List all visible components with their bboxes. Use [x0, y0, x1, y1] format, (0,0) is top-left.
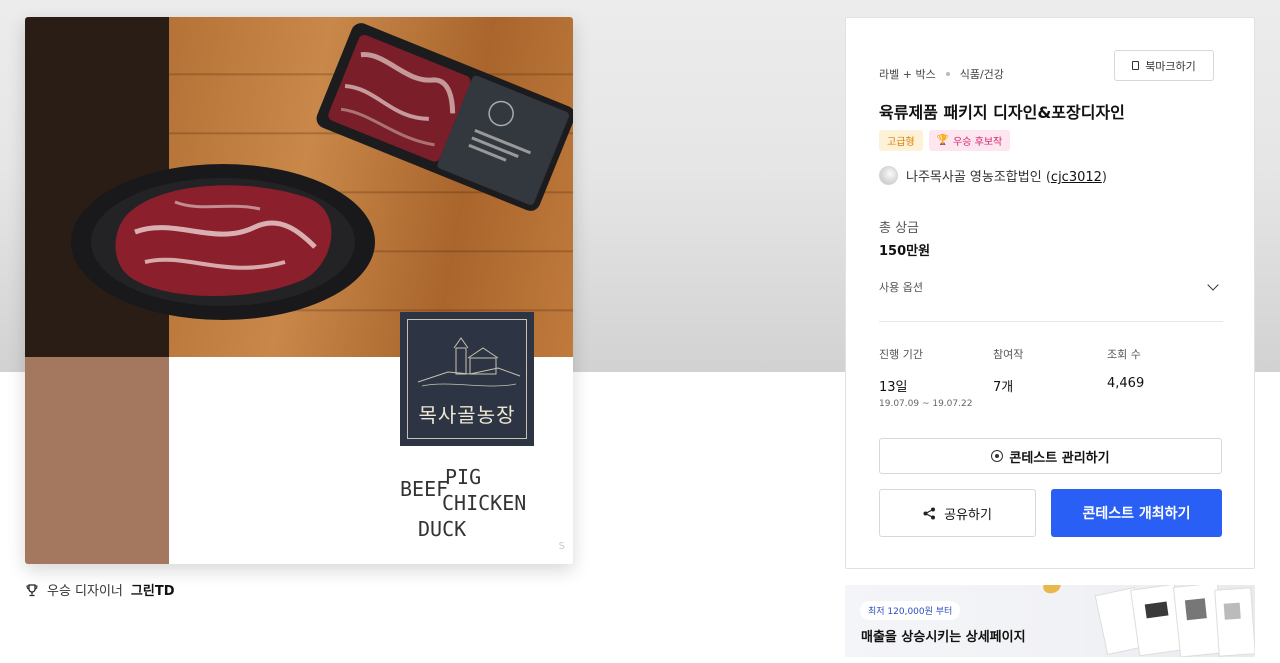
- share-button[interactable]: 공유하기: [879, 489, 1036, 537]
- brand-logo-text: 목사골농장: [418, 403, 516, 427]
- chevron-down-icon: [1207, 279, 1219, 291]
- breadcrumb-subcategory[interactable]: 식품/건강: [960, 66, 1004, 82]
- promo-banner[interactable]: 최저 120,000원 부터 매출을 상승시키는 상세페이지: [845, 585, 1255, 657]
- stat-entries: 참여작 7개: [993, 346, 1107, 409]
- winner-designer: 우승 디자이너 그린TD: [25, 580, 175, 599]
- coin-decoration: [1041, 585, 1063, 596]
- trophy-icon: [26, 583, 38, 596]
- brand-logo-box: 목사골농장: [400, 312, 534, 446]
- meat-type-lettering: BEEF PIG CHICKEN DUCK: [400, 465, 550, 551]
- stat-entries-value: 7개: [993, 380, 1014, 395]
- badge-list: 고급형 🏆 우승 후보작: [879, 130, 1011, 151]
- meat-word-duck: DUCK: [418, 517, 467, 541]
- options-label: 사용 옵션: [879, 281, 923, 294]
- stat-views-value: 4,469: [1107, 376, 1145, 391]
- winner-candidate-badge: 🏆 우승 후보작: [928, 130, 1011, 151]
- winner-label: 우승 디자이너: [47, 584, 123, 599]
- stat-views-label: 조회 수: [1107, 348, 1141, 361]
- detail-page-mockup-image: [1095, 585, 1255, 657]
- trophy-icon: 🏆: [936, 135, 950, 146]
- bookmark-label: 북마크하기: [1145, 59, 1196, 73]
- packaged-meat-tray: [316, 23, 573, 211]
- contest-title: 육류제품 패키지 디자인&포장디자인: [879, 103, 1125, 122]
- prize-value: 150만원: [879, 244, 931, 259]
- prize-label: 총 상금: [879, 221, 920, 236]
- stat-period: 진행 기간 13일 19.07.09 ~ 19.07.22: [879, 346, 993, 409]
- divider: [879, 321, 1223, 322]
- promo-title: 매출을 상승시키는 상세페이지: [861, 630, 1026, 645]
- avatar: [879, 166, 898, 185]
- host-contest-button[interactable]: 콘테스트 개최하기: [1051, 489, 1222, 537]
- breadcrumb: 라벨 + 박스 식품/건강: [879, 66, 1004, 82]
- share-icon: [923, 507, 936, 519]
- stat-period-value: 13일: [879, 380, 908, 395]
- meat-word-beef: BEEF: [400, 477, 449, 501]
- winner-candidate-label: 우승 후보작: [953, 137, 1003, 148]
- manage-contest-label: 콘테스트 관리하기: [1009, 450, 1110, 466]
- manage-contest-button[interactable]: 콘테스트 관리하기: [879, 438, 1222, 474]
- options-toggle[interactable]: 사용 옵션: [879, 276, 1223, 298]
- breadcrumb-category[interactable]: 라벨 + 박스: [879, 66, 936, 82]
- watermark: S: [558, 541, 565, 552]
- stat-views: 조회 수 4,469: [1107, 346, 1221, 409]
- grade-badge: 고급형: [879, 130, 923, 151]
- meat-word-chicken: CHICKEN: [442, 491, 527, 515]
- brand-logo-frame: 목사골농장: [407, 319, 527, 439]
- winner-designer-name[interactable]: 그린TD: [131, 580, 175, 599]
- stat-period-label: 진행 기간: [879, 348, 923, 361]
- tan-color-strip: [25, 357, 169, 564]
- stat-period-range: 19.07.09 ~ 19.07.22: [879, 399, 973, 409]
- share-label: 공유하기: [944, 507, 992, 523]
- promo-price-pill: 최저 120,000원 부터: [860, 601, 961, 620]
- bookmark-button[interactable]: 북마크하기: [1114, 50, 1214, 81]
- plated-steak: [71, 164, 375, 320]
- product-image-card[interactable]: 목사골농장 BEEF PIG CHICKEN DUCK S: [25, 17, 573, 564]
- bookmark-icon: [1132, 61, 1140, 70]
- farm-illustration-icon: [417, 337, 521, 387]
- contest-owner: 나주목사골 영농조합법인 (cjc3012): [879, 166, 1107, 185]
- breadcrumb-separator: [945, 72, 950, 76]
- gear-icon: [991, 450, 1004, 462]
- owner-name: 나주목사골 영농조합법인: [906, 170, 1042, 185]
- meat-word-pig: PIG: [445, 465, 482, 489]
- meat-photo: [71, 23, 573, 320]
- contest-stats: 진행 기간 13일 19.07.09 ~ 19.07.22 참여작 7개 조회 …: [879, 346, 1223, 409]
- contest-info-panel: 라벨 + 박스 식품/건강 북마크하기 육류제품 패키지 디자인&포장디자인 고…: [845, 17, 1255, 569]
- stat-entries-label: 참여작: [993, 348, 1024, 361]
- owner-id-link[interactable]: cjc3012: [1051, 170, 1102, 185]
